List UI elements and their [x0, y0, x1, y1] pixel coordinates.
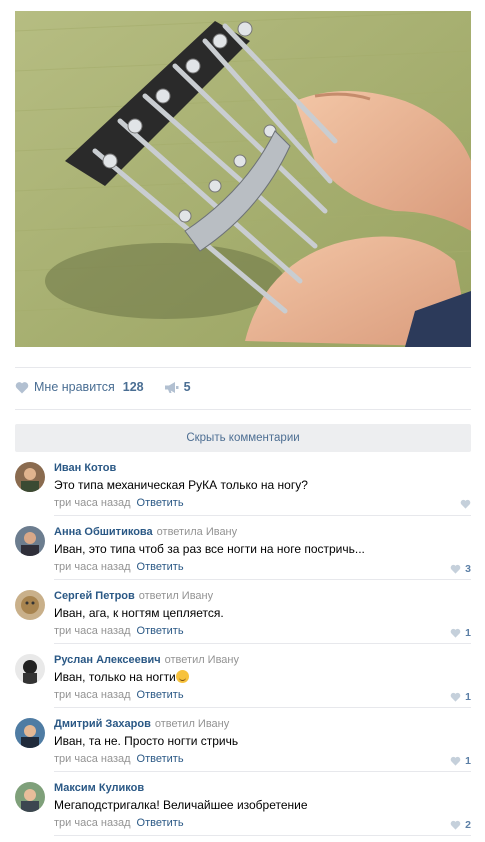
share-button[interactable]: 5 — [164, 380, 191, 394]
comment-separator — [54, 643, 471, 644]
comment-like-button[interactable]: 1 — [450, 691, 471, 703]
comment-author[interactable]: Руслан Алексеевич — [54, 654, 161, 666]
comment-time[interactable]: три часа назад — [54, 625, 131, 637]
reply-link[interactable]: Ответить — [137, 561, 184, 573]
heart-icon — [450, 628, 461, 638]
comment-like-button[interactable]: 1 — [450, 755, 471, 767]
heart-icon — [460, 499, 471, 509]
comment-time[interactable]: три часа назад — [54, 689, 131, 701]
heart-icon — [450, 756, 461, 766]
comment-text: Это типа механическая РуКА только на ног… — [54, 478, 308, 492]
like-label: Мне нравится — [34, 380, 115, 394]
avatar[interactable] — [15, 718, 45, 748]
comment-text: Иван, только на ногти — [54, 670, 189, 684]
megaphone-icon — [164, 381, 179, 393]
comment-separator — [54, 707, 471, 708]
divider-top — [15, 367, 471, 368]
comment-item: Иван Котов Это типа механическая РуКА то… — [15, 462, 471, 526]
avatar[interactable] — [15, 782, 45, 812]
comment-like-count: 1 — [465, 755, 471, 767]
avatar[interactable] — [15, 654, 45, 684]
post-actions: Мне нравится 128 5 — [15, 377, 191, 397]
comment-like-button[interactable] — [460, 499, 471, 509]
comment-separator — [54, 579, 471, 580]
comment-author[interactable]: Анна Обшитикова — [54, 526, 153, 538]
comment-item: Максим Куликов Мегаподстригалка! Величай… — [15, 782, 471, 842]
comment-replied-to[interactable]: ответил Ивану — [155, 718, 229, 730]
reply-link[interactable]: Ответить — [137, 753, 184, 765]
post-image[interactable] — [15, 11, 471, 347]
comment-separator — [54, 835, 471, 836]
comment-text: Иван, та не. Просто ногти стричь — [54, 734, 239, 748]
comment-author[interactable]: Иван Котов — [54, 462, 116, 474]
like-button[interactable]: Мне нравится 128 — [15, 380, 144, 394]
comment-time[interactable]: три часа назад — [54, 561, 131, 573]
comment-replied-to[interactable]: ответил Ивану — [139, 590, 213, 602]
avatar[interactable] — [15, 526, 45, 556]
comment-item: Анна Обшитикова ответила Ивану Иван, это … — [15, 526, 471, 590]
comment-replied-to[interactable]: ответила Ивану — [157, 526, 237, 538]
comment-author[interactable]: Максим Куликов — [54, 782, 144, 794]
comment-text-content: Иван, только на ногти — [54, 670, 176, 684]
comment-separator — [54, 771, 471, 772]
reply-link[interactable]: Ответить — [137, 689, 184, 701]
avatar[interactable] — [15, 462, 45, 492]
comment-like-count: 3 — [465, 563, 471, 575]
comment-like-button[interactable]: 2 — [450, 819, 471, 831]
comment-like-button[interactable]: 1 — [450, 627, 471, 639]
heart-icon — [15, 381, 29, 393]
divider-bottom — [15, 409, 471, 410]
share-count: 5 — [183, 380, 191, 394]
heart-icon — [450, 692, 461, 702]
comment-item: Руслан Алексеевич ответил Ивану Иван, тол… — [15, 654, 471, 718]
reply-link[interactable]: Ответить — [137, 625, 184, 637]
comment-separator — [54, 515, 471, 516]
comment-text: Иван, это типа чтоб за раз все ногти на … — [54, 542, 365, 556]
comment-author[interactable]: Дмитрий Захаров — [54, 718, 151, 730]
comment-replied-to[interactable]: ответил Ивану — [165, 654, 239, 666]
post-photo — [15, 11, 471, 347]
heart-icon — [450, 820, 461, 830]
heart-icon — [450, 564, 461, 574]
comment-item: Дмитрий Захаров ответил Ивану Иван, та не… — [15, 718, 471, 782]
reply-link[interactable]: Ответить — [137, 817, 184, 829]
avatar[interactable] — [15, 590, 45, 620]
comment-time[interactable]: три часа назад — [54, 817, 131, 829]
reply-link[interactable]: Ответить — [137, 497, 184, 509]
like-count: 128 — [122, 380, 144, 394]
comment-time[interactable]: три часа назад — [54, 753, 131, 765]
comment-like-count: 2 — [465, 819, 471, 831]
comment-text: Иван, ага, к ногтям цепляется. — [54, 606, 224, 620]
comment-like-count: 1 — [465, 627, 471, 639]
comment-text: Мегаподстригалка! Величайшее изобретение — [54, 798, 308, 812]
comment-time[interactable]: три часа назад — [54, 497, 131, 509]
comment-like-button[interactable]: 3 — [450, 563, 471, 575]
comment-like-count: 1 — [465, 691, 471, 703]
comment-item: Сергей Петров ответил Ивану Иван, ага, к … — [15, 590, 471, 654]
grin-emoji-icon — [175, 670, 189, 683]
comment-author[interactable]: Сергей Петров — [54, 590, 135, 602]
hide-comments-button[interactable]: Скрыть комментарии — [15, 424, 471, 452]
